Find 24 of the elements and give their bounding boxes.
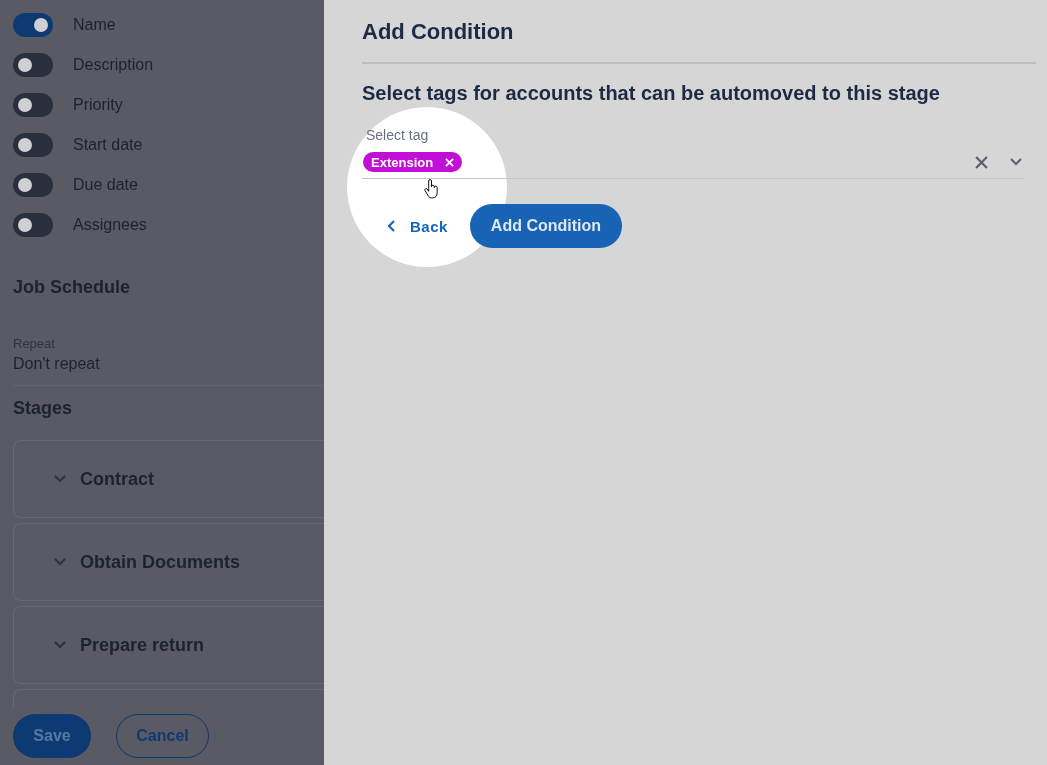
toggle-label: Due date	[73, 176, 138, 194]
stage-name: Obtain Documents	[80, 551, 240, 573]
stage-name: Prepare return	[80, 634, 205, 656]
toggle-label: Start date	[73, 136, 143, 154]
back-link[interactable]: Back	[362, 211, 448, 241]
section-heading: Job Schedule	[13, 277, 132, 298]
stage-card[interactable]: Contract	[13, 440, 324, 518]
save-button[interactable]: Save	[13, 714, 91, 758]
dialog-title: Add Condition	[362, 18, 514, 45]
tag-chip[interactable]: Extension	[363, 152, 463, 172]
stage-name: Contract	[80, 468, 154, 490]
stage-card[interactable]: Prepare return	[13, 606, 324, 684]
toggle-label: Name	[73, 16, 116, 34]
toggle-label: Description	[73, 56, 154, 74]
dialog-prompt: Select tags for accounts that can be automoved to this stage	[362, 82, 940, 105]
toggle-label: Assignees	[73, 216, 147, 234]
toggle-label: Priority	[73, 96, 123, 114]
tag-label: Extension	[371, 154, 434, 170]
field-label: Select tag	[365, 127, 429, 143]
field-value: Don't repeat	[13, 355, 100, 373]
tag-select-field[interactable]: Extension	[362, 146, 1024, 179]
stage-card[interactable]: Obtain Documents	[13, 523, 324, 601]
add-condition-button[interactable]: Add Condition	[469, 204, 623, 248]
section-heading: Stages	[13, 398, 74, 419]
